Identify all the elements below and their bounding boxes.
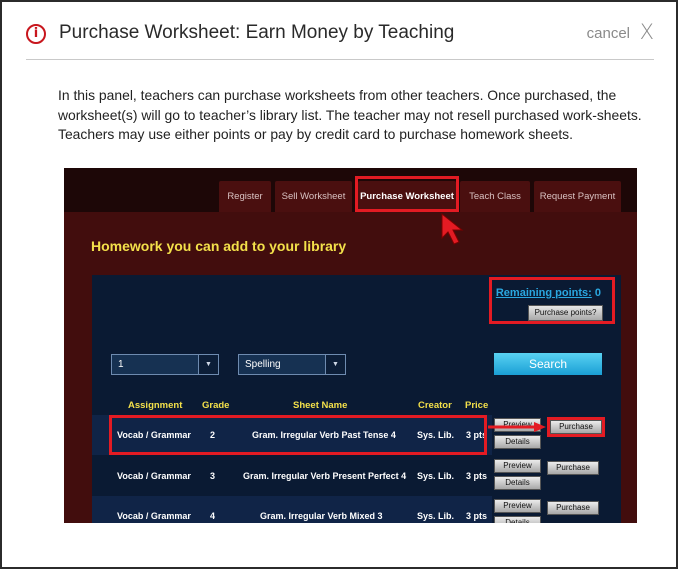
purchase-button[interactable]: Purchase bbox=[547, 501, 599, 515]
header-divider bbox=[26, 59, 654, 60]
preview-button[interactable]: Preview bbox=[494, 459, 541, 473]
cell-assignment: Vocab / Grammar bbox=[117, 471, 191, 481]
subject-select-value: Spelling bbox=[245, 359, 281, 370]
cell-price: 3 pts bbox=[466, 430, 488, 440]
details-button[interactable]: Details bbox=[494, 516, 541, 523]
cell-grade: 3 bbox=[210, 471, 216, 481]
purchase-worksheet-dialog: i Purchase Worksheet: Earn Money by Teac… bbox=[0, 0, 678, 569]
cell-price: 3 pts bbox=[466, 471, 488, 481]
col-sheet-name: Sheet Name bbox=[293, 400, 348, 411]
homework-heading: Homework you can add to your library bbox=[91, 238, 347, 254]
cell-sheet-name: Gram. Irregular Verb Present Perfect 4 bbox=[243, 471, 407, 481]
worksheet-panel: Remaining points: 0 Purchase points? 1 ▼… bbox=[92, 275, 621, 523]
grade-select[interactable]: 1 ▼ bbox=[111, 354, 219, 375]
chevron-down-icon: ▼ bbox=[198, 355, 218, 374]
grade-select-value: 1 bbox=[118, 359, 124, 370]
cell-creator: Sys. Lib. bbox=[417, 471, 455, 481]
content-area: Homework you can add to your library Rem… bbox=[64, 212, 637, 523]
table-row: Vocab / Grammar 2 Gram. Irregular Verb P… bbox=[92, 415, 492, 455]
remaining-points-value: 0 bbox=[594, 287, 601, 299]
col-grade: Grade bbox=[202, 400, 230, 411]
col-creator: Creator bbox=[418, 400, 452, 411]
cell-sheet-name: Gram. Irregular Verb Mixed 3 bbox=[260, 511, 383, 521]
dialog-description: In this panel, teachers can purchase wor… bbox=[58, 87, 642, 142]
cursor-arrow-icon bbox=[441, 212, 464, 245]
cell-price: 3 pts bbox=[466, 511, 488, 521]
subject-select[interactable]: Spelling ▼ bbox=[238, 354, 346, 375]
remaining-points: Remaining points: 0 bbox=[496, 287, 601, 299]
tab-sell-worksheet[interactable]: Sell Worksheet bbox=[275, 181, 352, 212]
table-row: Vocab / Grammar 3 Gram. Irregular Verb P… bbox=[92, 456, 492, 496]
table-row: Vocab / Grammar 4 Gram. Irregular Verb M… bbox=[92, 496, 492, 523]
embedded-screenshot: Register Sell Worksheet Purchase Workshe… bbox=[64, 168, 637, 523]
dialog-header: i Purchase Worksheet: Earn Money by Teac… bbox=[26, 20, 656, 50]
cancel-link[interactable]: cancel bbox=[587, 25, 630, 42]
details-button[interactable]: Details bbox=[494, 476, 541, 490]
cell-assignment: Vocab / Grammar bbox=[117, 511, 191, 521]
col-assignment: Assignment bbox=[128, 400, 183, 411]
cell-assignment: Vocab / Grammar bbox=[117, 430, 191, 440]
tab-bar: Register Sell Worksheet Purchase Workshe… bbox=[64, 168, 637, 212]
cell-creator: Sys. Lib. bbox=[417, 511, 455, 521]
col-price: Price bbox=[465, 400, 489, 411]
purchase-points-button[interactable]: Purchase points? bbox=[528, 305, 603, 321]
info-icon: i bbox=[26, 24, 46, 44]
tab-purchase-worksheet[interactable]: Purchase Worksheet bbox=[358, 181, 456, 212]
tab-teach-class[interactable]: Teach Class bbox=[460, 181, 530, 212]
details-button[interactable]: Details bbox=[494, 435, 541, 449]
search-button[interactable]: Search bbox=[494, 353, 602, 375]
tab-request-payment[interactable]: Request Payment bbox=[534, 181, 621, 212]
preview-button[interactable]: Preview bbox=[494, 499, 541, 513]
close-icon[interactable]: X bbox=[640, 20, 654, 44]
cell-sheet-name: Gram. Irregular Verb Past Tense 4 bbox=[252, 430, 396, 440]
remaining-points-link[interactable]: Remaining points: bbox=[496, 287, 592, 299]
tab-register[interactable]: Register bbox=[219, 181, 271, 212]
dialog-title: Purchase Worksheet: Earn Money by Teachi… bbox=[59, 22, 455, 43]
purchase-button[interactable]: Purchase bbox=[547, 461, 599, 475]
cell-grade: 4 bbox=[210, 511, 216, 521]
cell-grade: 2 bbox=[210, 430, 216, 440]
purchase-button[interactable]: Purchase bbox=[550, 420, 602, 434]
right-arrow-icon bbox=[488, 422, 546, 432]
chevron-down-icon: ▼ bbox=[325, 355, 345, 374]
cell-creator: Sys. Lib. bbox=[417, 430, 455, 440]
